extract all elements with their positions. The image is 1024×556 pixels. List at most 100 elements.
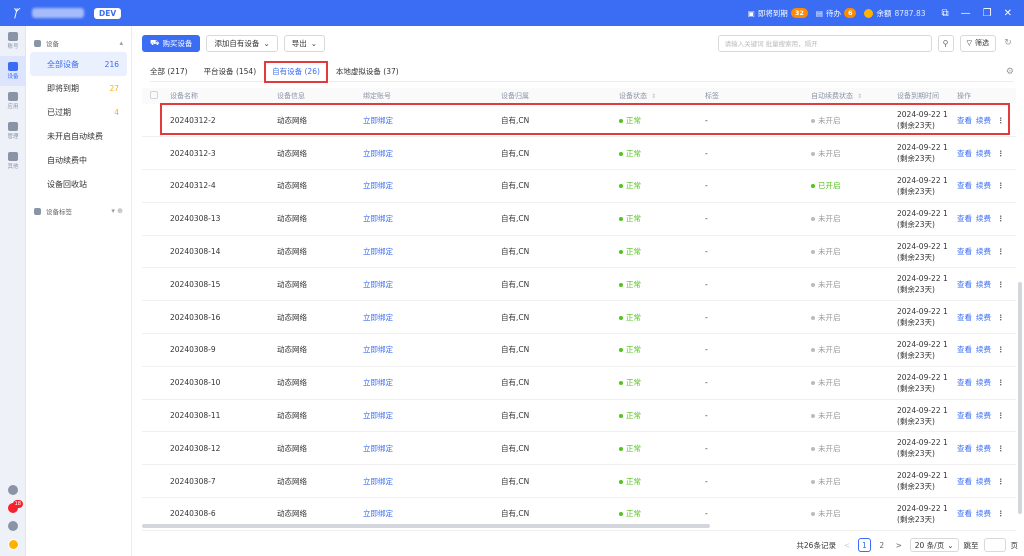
refresh-icon[interactable]: ↻ xyxy=(1002,38,1014,48)
bind-account-link[interactable]: 立即绑定 xyxy=(363,378,393,387)
table-row[interactable]: 20240308-7 动态网络 立即绑定 自有,CN 正常 - 未开启 2024-09-22 … xyxy=(142,464,1016,499)
sidebar-item-all-devices[interactable]: 全部设备 216 xyxy=(30,52,127,76)
prev-page-button[interactable]: < xyxy=(841,538,853,552)
more-icon[interactable]: ⋮ xyxy=(997,313,1005,322)
tab-platform[interactable]: 平台设备 (154) xyxy=(204,62,257,82)
more-icon[interactable]: ⋮ xyxy=(997,378,1005,387)
renew-link[interactable]: 续费 xyxy=(976,115,991,126)
vertical-scrollbar[interactable] xyxy=(1018,282,1022,514)
view-link[interactable]: 查看 xyxy=(957,377,972,388)
more-icon[interactable]: ⋮ xyxy=(997,149,1005,158)
table-row[interactable]: 20240308-15 动态网络 立即绑定 自有,CN 正常 - 未开启 2024-09-22… xyxy=(142,267,1016,302)
table-row[interactable]: 20240308-13 动态网络 立即绑定 自有,CN 正常 - 未开启 2024-09-22… xyxy=(142,202,1016,236)
table-row[interactable]: 20240312-2 动态网络 立即绑定 自有,CN 正常 - 未开启 2024-09-22 … xyxy=(142,104,1016,138)
message-icon[interactable]: 18 xyxy=(8,500,23,513)
more-icon[interactable]: ⋮ xyxy=(997,280,1005,289)
todo-notice[interactable]: ▤ 待办 6 xyxy=(816,8,857,19)
window-pin-icon[interactable]: ⧉ xyxy=(942,8,949,19)
avatar[interactable] xyxy=(7,539,19,550)
renew-link[interactable]: 续费 xyxy=(976,180,991,191)
more-icon[interactable]: ⋮ xyxy=(997,345,1005,354)
balance-display[interactable]: 余额 8787.83 xyxy=(864,8,926,19)
maximize-button[interactable]: ❐ xyxy=(983,8,992,19)
bind-account-link[interactable]: 立即绑定 xyxy=(363,149,393,158)
more-icon[interactable]: ⋮ xyxy=(997,444,1005,453)
view-link[interactable]: 查看 xyxy=(957,180,972,191)
buy-device-button[interactable]: ⛟ 购买设备 xyxy=(142,34,201,52)
view-link[interactable]: 查看 xyxy=(957,246,972,257)
horizontal-scrollbar[interactable] xyxy=(142,524,1016,529)
view-link[interactable]: 查看 xyxy=(957,312,972,323)
close-button[interactable]: ✕ xyxy=(1004,8,1012,19)
renew-link[interactable]: 续费 xyxy=(976,344,991,355)
tab-own[interactable]: 自有设备 (26) xyxy=(264,60,328,83)
add-own-device-button[interactable]: 添加自有设备 ⌄ xyxy=(206,34,278,52)
bind-account-link[interactable]: 立即绑定 xyxy=(363,247,393,256)
view-link[interactable]: 查看 xyxy=(957,279,972,290)
more-icon[interactable]: ⋮ xyxy=(997,214,1005,223)
minimize-button[interactable]: — xyxy=(961,8,971,19)
renew-link[interactable]: 续费 xyxy=(976,246,991,257)
view-link[interactable]: 查看 xyxy=(957,115,972,126)
rail-item-cloud[interactable]: 应用 xyxy=(0,86,26,116)
rail-item-device[interactable]: 设备 xyxy=(0,56,26,86)
sidebar-group-device[interactable]: 设备 ▴ xyxy=(26,34,131,52)
renew-link[interactable]: 续费 xyxy=(976,312,991,323)
bind-account-link[interactable]: 立即绑定 xyxy=(363,411,393,420)
table-row[interactable]: 20240312-4 动态网络 立即绑定 自有,CN 正常 - 已开启 2024-09-22 … xyxy=(142,169,1016,203)
sidebar-item-expiring[interactable]: 即将到期 27 xyxy=(30,76,127,100)
bind-account-link[interactable]: 立即绑定 xyxy=(363,214,393,223)
renew-link[interactable]: 续费 xyxy=(976,279,991,290)
more-icon[interactable]: ⋮ xyxy=(997,477,1005,486)
renew-link[interactable]: 续费 xyxy=(976,213,991,224)
sidebar-item-auto-renew-on[interactable]: 自动续费中 xyxy=(30,148,127,172)
table-row[interactable]: 20240312-3 动态网络 立即绑定 自有,CN 正常 - 未开启 2024-09-22 … xyxy=(142,136,1016,171)
table-row[interactable]: 20240308-16 动态网络 立即绑定 自有,CN 正常 - 未开启 2024-09-22… xyxy=(142,300,1016,335)
search-input[interactable]: 请输入关键词 批量搜索用，隔开 xyxy=(717,34,932,52)
bind-account-link[interactable]: 立即绑定 xyxy=(363,181,393,190)
bind-account-link[interactable]: 立即绑定 xyxy=(363,345,393,354)
view-link[interactable]: 查看 xyxy=(957,508,972,519)
page-2-button[interactable]: 2 xyxy=(876,538,888,552)
renew-link[interactable]: 续费 xyxy=(976,508,991,519)
settings-icon[interactable] xyxy=(8,521,18,531)
renew-link[interactable]: 续费 xyxy=(976,476,991,487)
header-status[interactable]: 设备状态 ⇕ xyxy=(611,88,697,104)
page-size-select[interactable]: 20 条/页 ⌄ xyxy=(909,538,959,552)
more-icon[interactable]: ⋮ xyxy=(997,247,1005,256)
renew-link[interactable]: 续费 xyxy=(976,377,991,388)
view-link[interactable]: 查看 xyxy=(957,344,972,355)
view-link[interactable]: 查看 xyxy=(957,148,972,159)
more-icon[interactable]: ⋮ xyxy=(997,411,1005,420)
bind-account-link[interactable]: 立即绑定 xyxy=(363,116,393,125)
table-row[interactable]: 20240308-9 动态网络 立即绑定 自有,CN 正常 - 未开启 2024-09-22 … xyxy=(142,333,1016,367)
bind-account-link[interactable]: 立即绑定 xyxy=(363,444,393,453)
sidebar-item-recycle-bin[interactable]: 设备回收站 xyxy=(30,172,127,196)
bind-account-link[interactable]: 立即绑定 xyxy=(363,477,393,486)
renew-link[interactable]: 续费 xyxy=(976,148,991,159)
rail-item-manage[interactable]: 管理 xyxy=(0,116,26,146)
page-1-button[interactable]: 1 xyxy=(857,538,871,552)
view-link[interactable]: 查看 xyxy=(957,410,972,421)
table-row[interactable]: 20240308-10 动态网络 立即绑定 自有,CN 正常 - 未开启 2024-09-22… xyxy=(142,366,1016,400)
search-icon[interactable]: ⚲ xyxy=(937,34,954,52)
table-row[interactable]: 20240308-11 动态网络 立即绑定 自有,CN 正常 - 未开启 2024-09-22… xyxy=(142,399,1016,433)
jump-page-input[interactable] xyxy=(983,538,1006,552)
more-icon[interactable]: ⋮ xyxy=(997,181,1005,190)
view-link[interactable]: 查看 xyxy=(957,213,972,224)
renew-link[interactable]: 续费 xyxy=(976,443,991,454)
sidebar-item-auto-renew-off[interactable]: 未开启自动续费 xyxy=(30,124,127,148)
table-row[interactable]: 20240308-14 动态网络 立即绑定 自有,CN 正常 - 未开启 2024-09-22… xyxy=(142,235,1016,269)
expiring-notice[interactable]: ▣ 即将到期 32 xyxy=(748,8,808,19)
sidebar-item-expired[interactable]: 已过期 4 xyxy=(30,100,127,124)
sidebar-group-tags[interactable]: 设备标签 ▾ ⊕ xyxy=(26,202,131,220)
tab-all[interactable]: 全部 (217) xyxy=(150,62,188,82)
more-icon[interactable]: ⋮ xyxy=(997,116,1005,125)
bind-account-link[interactable]: 立即绑定 xyxy=(363,313,393,322)
select-all-checkbox[interactable] xyxy=(150,91,158,99)
gear-icon[interactable]: ⚙ xyxy=(1006,67,1014,77)
renew-link[interactable]: 续费 xyxy=(976,410,991,421)
rail-item-other[interactable]: 其他 xyxy=(0,146,26,176)
tools-icon[interactable] xyxy=(8,485,18,495)
export-button[interactable]: 导出 ⌄ xyxy=(283,34,326,52)
